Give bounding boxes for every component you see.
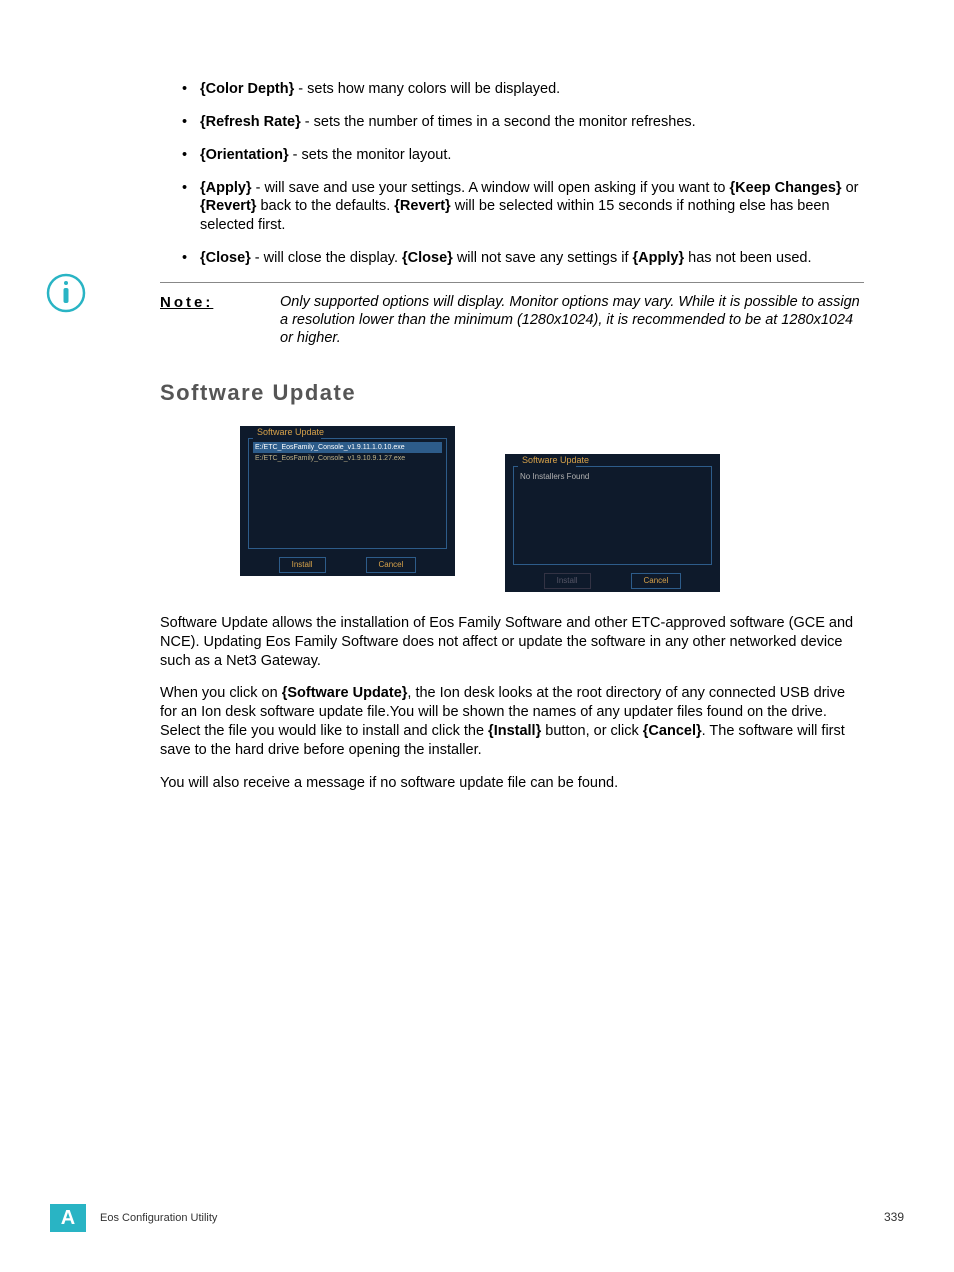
desc: - sets the monitor layout. (289, 147, 452, 163)
desc: - sets how many colors will be displayed… (294, 81, 560, 97)
panel-title: Software Update (519, 455, 592, 465)
software-update-panel-found: Software Update E:/ETC_EosFamily_Console… (240, 426, 455, 576)
bullet-orientation: {Orientation} - sets the monitor layout. (160, 146, 864, 165)
term: {Close} (200, 250, 251, 266)
page-number: 339 (884, 1210, 904, 1226)
page-footer: A Eos Configuration Utility 339 (0, 1204, 954, 1232)
installer-row[interactable]: E:/ETC_EosFamily_Console_v1.9.10.9.1.27.… (253, 453, 442, 464)
bullet-close: {Close} - will close the display. {Close… (160, 249, 864, 268)
paragraph-nofile: You will also receive a message if no so… (160, 774, 864, 793)
term: {Apply} (200, 180, 252, 196)
desc: - sets the number of times in a second t… (301, 114, 696, 130)
bullet-list: {Color Depth} - sets how many colors wil… (160, 80, 864, 268)
appendix-badge: A (50, 1204, 86, 1232)
install-button-disabled: Install (544, 573, 591, 589)
installer-row-selected[interactable]: E:/ETC_EosFamily_Console_v1.9.11.1.0.10.… (253, 442, 442, 453)
term: {Color Depth} (200, 81, 294, 97)
note-block: Note: Only supported options will displa… (160, 282, 864, 347)
cancel-button[interactable]: Cancel (631, 573, 682, 589)
no-installers-message: No Installers Found (518, 470, 707, 484)
bullet-color-depth: {Color Depth} - sets how many colors wil… (160, 80, 864, 99)
footer-title: Eos Configuration Utility (100, 1211, 884, 1225)
installer-list[interactable]: E:/ETC_EosFamily_Console_v1.9.11.1.0.10.… (253, 442, 442, 517)
panel-title: Software Update (254, 427, 327, 437)
info-icon (46, 273, 86, 319)
cancel-button[interactable]: Cancel (366, 557, 417, 573)
note-text: Only supported options will display. Mon… (280, 293, 864, 347)
bullet-refresh-rate: {Refresh Rate} - sets the number of time… (160, 113, 864, 132)
section-heading: Software Update (160, 379, 864, 408)
term: {Orientation} (200, 147, 289, 163)
bullet-apply: {Apply} - will save and use your setting… (160, 179, 864, 236)
paragraph-intro: Software Update allows the installation … (160, 614, 864, 671)
software-update-panel-empty: Software Update No Installers Found Inst… (505, 454, 720, 592)
install-button[interactable]: Install (279, 557, 326, 573)
note-label: Note: (160, 293, 280, 313)
paragraph-usage: When you click on {Software Update}, the… (160, 684, 864, 759)
screenshot-row: Software Update E:/ETC_EosFamily_Console… (240, 426, 864, 592)
term: {Refresh Rate} (200, 114, 301, 130)
